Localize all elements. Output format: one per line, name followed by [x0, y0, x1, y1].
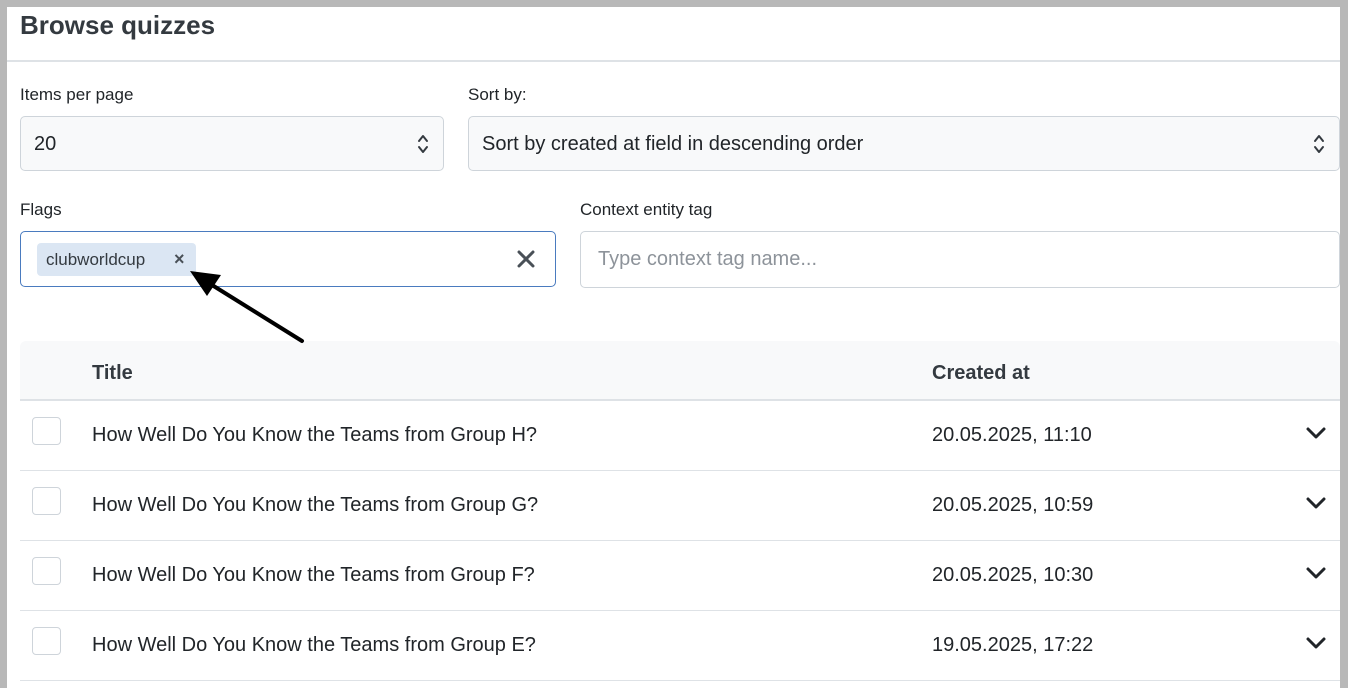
items-per-page-label: Items per page — [20, 85, 134, 104]
quiz-title[interactable]: How Well Do You Know the Teams from Grou… — [92, 493, 538, 517]
flags-label: Flags — [20, 200, 62, 219]
items-per-page-value: 20 — [34, 133, 57, 155]
table-row[interactable]: How Well Do You Know the Teams from Grou… — [20, 611, 1340, 681]
table-row[interactable]: How Well Do You Know the Teams from Grou… — [20, 541, 1340, 611]
context-tag-input[interactable] — [580, 231, 1340, 288]
chevron-down-icon[interactable] — [1305, 495, 1327, 511]
table-header: Title Created at — [20, 341, 1340, 401]
page-header: Browse quizzes — [7, 7, 1340, 62]
table-row[interactable]: How Well Do You Know the Teams from Grou… — [20, 401, 1340, 471]
quiz-title[interactable]: How Well Do You Know the Teams from Grou… — [92, 563, 535, 587]
quiz-title[interactable]: How Well Do You Know the Teams from Grou… — [92, 633, 536, 657]
created-at-value: 20.05.2025, 10:59 — [932, 494, 1094, 516]
main-panel: Browse quizzes Items per page 20 Sort by… — [7, 7, 1340, 688]
flag-chip-label: clubworldcup — [46, 250, 146, 269]
column-header-created-at[interactable]: Created at — [932, 361, 1030, 385]
items-per-page-select[interactable]: 20 — [20, 116, 444, 171]
sort-by-select[interactable]: Sort by created at field in descending o… — [468, 116, 1340, 171]
row-checkbox[interactable] — [32, 627, 61, 655]
sort-by-value: Sort by created at field in descending o… — [482, 133, 864, 155]
created-at-value: 19.05.2025, 17:22 — [932, 634, 1094, 656]
chevron-down-icon[interactable] — [1305, 635, 1327, 651]
flags-multiselect[interactable]: clubworldcup × — [20, 231, 556, 287]
quizzes-table: Title Created at How Well Do You Know th… — [20, 341, 1340, 681]
sort-by-label: Sort by: — [468, 85, 527, 104]
row-checkbox[interactable] — [32, 417, 61, 445]
created-at-value: 20.05.2025, 11:10 — [932, 424, 1092, 446]
created-at-value: 20.05.2025, 10:30 — [932, 564, 1094, 586]
close-icon[interactable] — [515, 247, 537, 271]
table-row[interactable]: How Well Do You Know the Teams from Grou… — [20, 471, 1340, 541]
chevron-down-icon[interactable] — [1305, 425, 1327, 441]
row-checkbox[interactable] — [32, 557, 61, 585]
context-entity-tag-label: Context entity tag — [580, 200, 713, 219]
page-title: Browse quizzes — [20, 10, 216, 40]
chip-remove-icon[interactable]: × — [174, 248, 185, 270]
updown-chevron-icon — [1314, 135, 1324, 153]
row-checkbox[interactable] — [32, 487, 61, 515]
updown-chevron-icon — [418, 135, 428, 153]
flag-chip: clubworldcup × — [37, 243, 196, 276]
quiz-title[interactable]: How Well Do You Know the Teams from Grou… — [92, 423, 537, 447]
column-header-title[interactable]: Title — [92, 361, 133, 385]
chevron-down-icon[interactable] — [1305, 565, 1327, 581]
